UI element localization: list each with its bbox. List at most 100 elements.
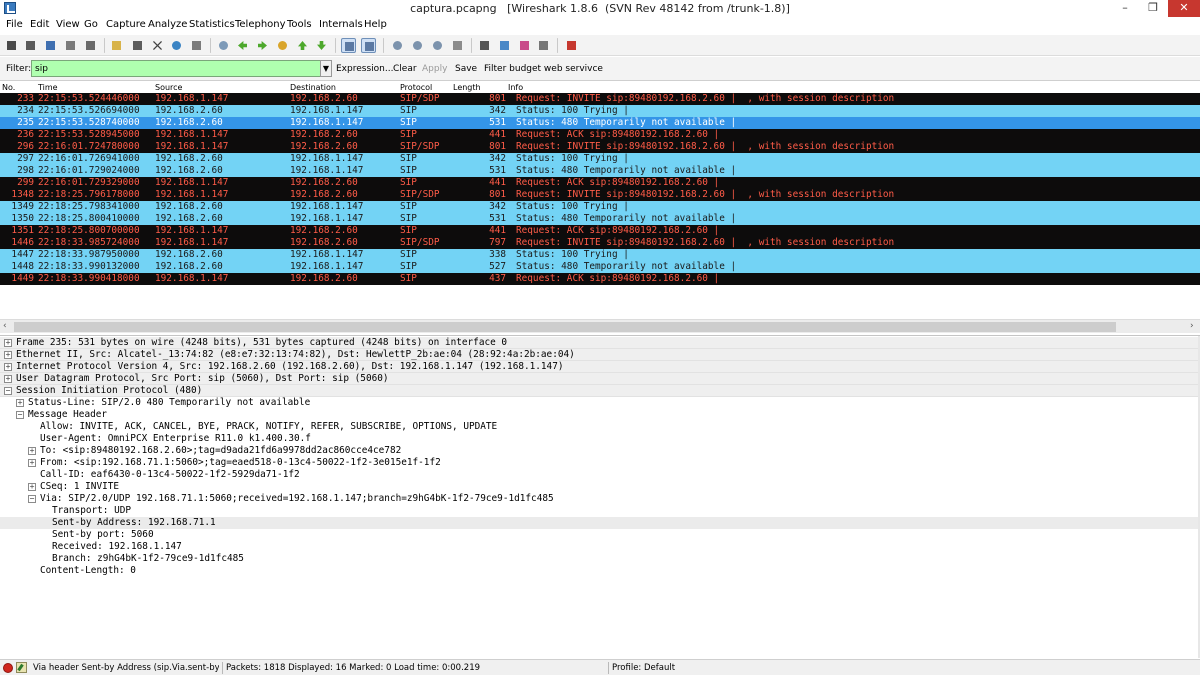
expand-icon[interactable]: + [4, 339, 12, 347]
capture-options-icon[interactable] [23, 38, 38, 53]
menu-statistics[interactable]: Statistics [189, 19, 235, 30]
menu-edit[interactable]: Edit [30, 19, 49, 30]
detail-tree-item[interactable]: Transport: UDP [0, 505, 1198, 517]
packet-row[interactable]: 1446 22:18:33.985724000 192.168.1.147 192.1… [0, 237, 1200, 249]
expand-icon[interactable]: + [28, 459, 36, 467]
help-icon[interactable] [564, 38, 579, 53]
column-header-source[interactable]: Source [155, 83, 182, 92]
menu-tools[interactable]: Tools [287, 19, 312, 30]
colorize-icon[interactable] [341, 38, 356, 53]
detail-tree-item[interactable]: + Ethernet II, Src: Alcatel-_13:74:82 (e8… [0, 349, 1198, 361]
column-header-no[interactable]: No. [2, 83, 15, 92]
detail-tree-item[interactable]: Allow: INVITE, ACK, CANCEL, BYE, PRACK, … [0, 421, 1198, 433]
filter-history-dropdown[interactable]: ▼ [320, 60, 332, 77]
save-filter-button[interactable]: Save [455, 64, 477, 74]
start-capture-icon[interactable] [43, 38, 58, 53]
detail-tree-item[interactable]: Content-Length: 0 [0, 565, 1198, 577]
detail-tree-item[interactable]: + Frame 235: 531 bytes on wire (4248 bits… [0, 337, 1198, 349]
filter-budget-web-service-button[interactable]: Filter budget web servivce [484, 64, 603, 74]
detail-tree-item[interactable]: Sent-by port: 5060 [0, 529, 1198, 541]
find-packet-icon[interactable] [216, 38, 231, 53]
status-profile[interactable]: Profile: Default [612, 663, 812, 673]
detail-tree-item[interactable]: + User Datagram Protocol, Src Port: sip (… [0, 373, 1198, 385]
zoom-out-icon[interactable] [410, 38, 425, 53]
packet-row[interactable]: 1447 22:18:33.987950000 192.168.2.60 192.16… [0, 249, 1200, 261]
packet-row[interactable]: 1348 22:18:25.796178000 192.168.1.147 192.1… [0, 189, 1200, 201]
expand-icon[interactable]: + [28, 447, 36, 455]
column-header-info[interactable]: Info [508, 83, 523, 92]
go-back-icon[interactable] [235, 38, 250, 53]
menu-telephony[interactable]: Telephony [235, 19, 286, 30]
go-last-icon[interactable] [314, 38, 329, 53]
scroll-left-icon[interactable]: ‹ [3, 321, 7, 331]
coloring-rules-icon[interactable] [517, 38, 532, 53]
restart-capture-icon[interactable] [83, 38, 98, 53]
packet-row[interactable]: 1448 22:18:33.990132000 192.168.2.60 192.16… [0, 261, 1200, 273]
detail-tree-item[interactable]: User-Agent: OmniPCX Enterprise R11.0 k1.… [0, 433, 1198, 445]
auto-scroll-icon[interactable] [361, 38, 376, 53]
packet-row[interactable]: 299 22:16:01.729329000 192.168.1.147 192.16… [0, 177, 1200, 189]
detail-tree-item[interactable]: + Internet Protocol Version 4, Src: 192.1… [0, 361, 1198, 373]
column-header-protocol[interactable]: Protocol [400, 83, 432, 92]
detail-tree-item[interactable]: + From: <sip:192.168.71.1:5060>;tag=eaed5… [0, 457, 1198, 469]
menu-file[interactable]: File [6, 19, 23, 30]
collapse-icon[interactable]: − [4, 387, 12, 395]
column-header-time[interactable]: Time [38, 83, 58, 92]
print-icon[interactable] [189, 38, 204, 53]
detail-tree-item[interactable]: Received: 192.168.1.147 [0, 541, 1198, 553]
expand-icon[interactable]: + [16, 399, 24, 407]
detail-tree-item[interactable]: + CSeq: 1 INVITE [0, 481, 1198, 493]
collapse-icon[interactable]: − [16, 411, 24, 419]
packet-row[interactable]: 1351 22:18:25.800700000 192.168.1.147 192.1… [0, 225, 1200, 237]
detail-tree-item[interactable]: − Message Header [0, 409, 1198, 421]
scrollbar-thumb[interactable] [14, 322, 1116, 332]
save-file-icon[interactable] [130, 38, 145, 53]
expand-icon[interactable]: + [4, 351, 12, 359]
detail-tree-item[interactable]: − Session Initiation Protocol (480) [0, 385, 1198, 397]
detail-tree-item[interactable]: + To: <sip:89480192.168.2.60>;tag=d9ada21… [0, 445, 1198, 457]
capture-filters-icon[interactable] [477, 38, 492, 53]
interface-list-icon[interactable] [4, 38, 19, 53]
detail-tree-item[interactable]: Sent-by Address: 192.168.71.1 [0, 517, 1198, 529]
packet-row[interactable]: 233 22:15:53.524446000 192.168.1.147 192.16… [0, 93, 1200, 105]
normal-size-icon[interactable] [430, 38, 445, 53]
scroll-right-icon[interactable]: › [1190, 321, 1194, 331]
detail-tree-item[interactable]: + Status-Line: SIP/2.0 480 Temporarily no… [0, 397, 1198, 409]
packet-row[interactable]: 235 22:15:53.528740000 192.168.2.60 192.168… [0, 117, 1200, 129]
menu-capture[interactable]: Capture [106, 19, 146, 30]
expert-info-icon[interactable] [3, 663, 13, 673]
go-to-packet-icon[interactable] [275, 38, 290, 53]
menu-analyze[interactable]: Analyze [148, 19, 187, 30]
maximize-button[interactable]: ❐ [1140, 0, 1166, 17]
go-first-icon[interactable] [295, 38, 310, 53]
expand-icon[interactable]: + [4, 363, 12, 371]
display-filter-input[interactable] [31, 60, 321, 77]
zoom-in-icon[interactable] [390, 38, 405, 53]
go-forward-icon[interactable] [255, 38, 270, 53]
menu-view[interactable]: View [56, 19, 80, 30]
packet-row[interactable]: 1349 22:18:25.798341000 192.168.2.60 192.16… [0, 201, 1200, 213]
close-window-button[interactable]: ✕ [1168, 0, 1200, 17]
menu-internals[interactable]: Internals [319, 19, 363, 30]
packet-row[interactable]: 236 22:15:53.528945000 192.168.1.147 192.16… [0, 129, 1200, 141]
expand-icon[interactable]: + [28, 483, 36, 491]
capture-comment-icon[interactable] [16, 662, 27, 673]
packet-row[interactable]: 1449 22:18:33.990418000 192.168.1.147 192.1… [0, 273, 1200, 285]
detail-tree-item[interactable]: Call-ID: eaf6430-0-13c4-50022-1f2-5929da… [0, 469, 1198, 481]
packet-row[interactable]: 297 22:16:01.726941000 192.168.2.60 192.168… [0, 153, 1200, 165]
reload-icon[interactable] [169, 38, 184, 53]
packet-row[interactable]: 234 22:15:53.526694000 192.168.2.60 192.168… [0, 105, 1200, 117]
preferences-icon[interactable] [536, 38, 551, 53]
column-header-destination[interactable]: Destination [290, 83, 336, 92]
collapse-icon[interactable]: − [28, 495, 36, 503]
packet-row[interactable]: 1350 22:18:25.800410000 192.168.2.60 192.16… [0, 213, 1200, 225]
packet-row[interactable]: 296 22:16:01.724780000 192.168.1.147 192.16… [0, 141, 1200, 153]
expression-button[interactable]: Expression... [336, 64, 393, 74]
stop-capture-icon[interactable] [63, 38, 78, 53]
detail-tree-item[interactable]: − Via: SIP/2.0/UDP 192.168.71.1:5060;rece… [0, 493, 1198, 505]
menu-go[interactable]: Go [84, 19, 98, 30]
expand-icon[interactable]: + [4, 375, 12, 383]
column-header-length[interactable]: Length [453, 83, 481, 92]
resize-columns-icon[interactable] [450, 38, 465, 53]
apply-filter-button[interactable]: Apply [422, 64, 447, 74]
